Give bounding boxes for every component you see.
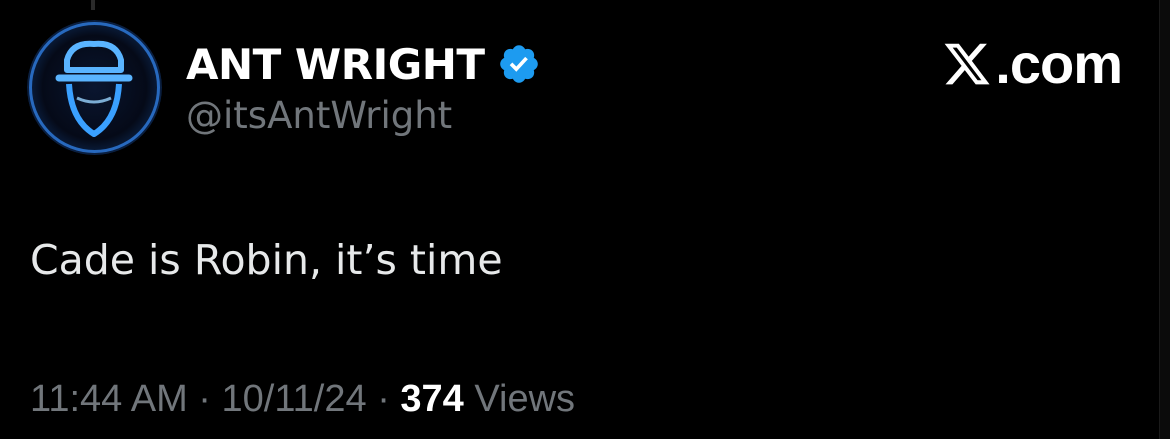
- verified-badge-icon[interactable]: [497, 42, 541, 86]
- x-logo-icon: [941, 39, 993, 89]
- x-brand-watermark: .com: [941, 32, 1123, 95]
- avatar[interactable]: [27, 20, 162, 155]
- views-label: Views: [474, 378, 576, 420]
- top-edge-mark: [91, 0, 95, 10]
- author-name-row: ANT WRIGHT: [186, 36, 541, 92]
- author-handle[interactable]: @itsAntWright: [186, 94, 452, 137]
- tweet-text: Cade is Robin, it’s time: [30, 236, 503, 284]
- tweet-time[interactable]: 11:44 AM: [30, 378, 188, 420]
- meta-separator: ·: [198, 378, 211, 420]
- hooded-figure-avatar-icon: [27, 20, 162, 155]
- views-count: 374: [400, 378, 464, 420]
- brand-domain-suffix: .com: [995, 32, 1123, 95]
- meta-separator: ·: [377, 378, 390, 420]
- tweet-meta: 11:44 AM · 10/11/24 · 374 Views: [30, 378, 575, 421]
- tweet-date[interactable]: 10/11/24: [222, 378, 367, 420]
- author-display-name[interactable]: ANT WRIGHT: [186, 40, 485, 89]
- scrollbar-track[interactable]: [1159, 0, 1170, 439]
